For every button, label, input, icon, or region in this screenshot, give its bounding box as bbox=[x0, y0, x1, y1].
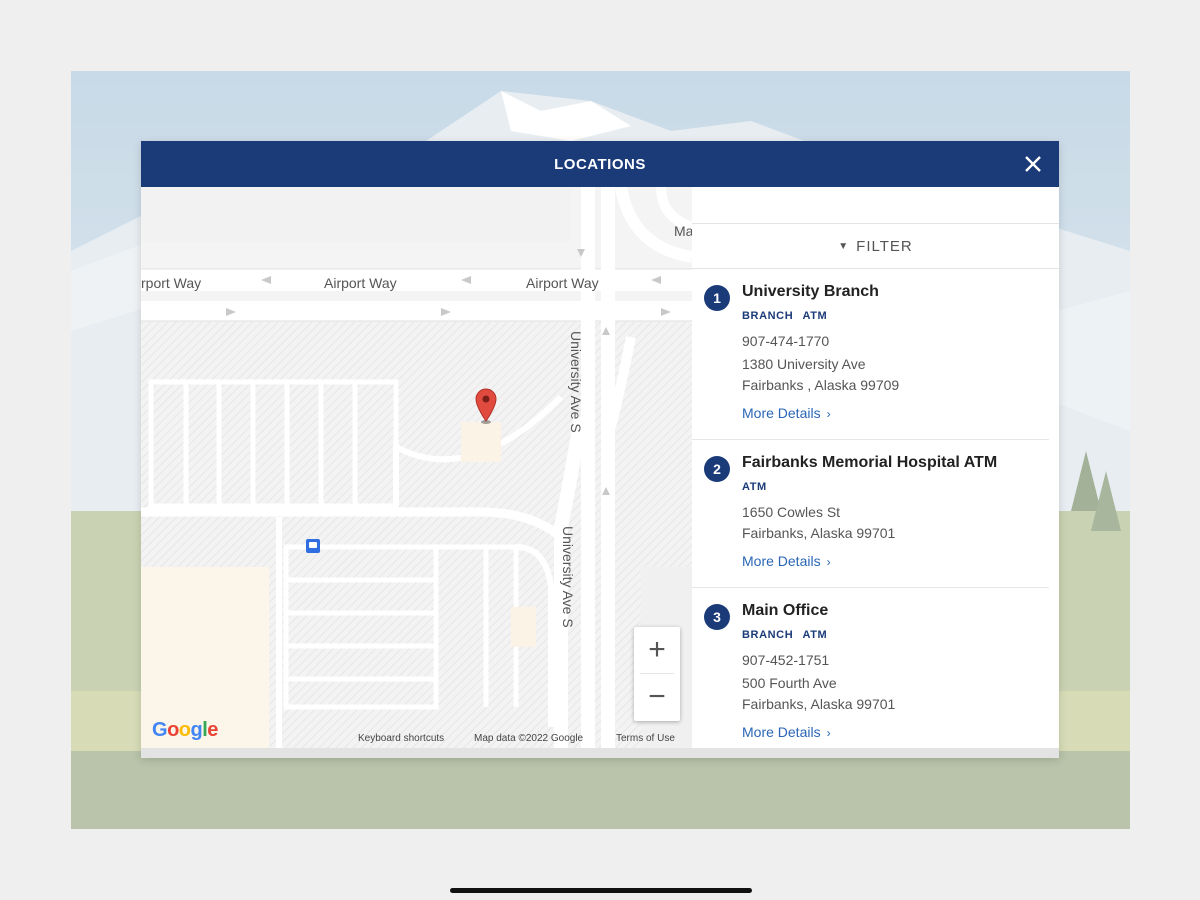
location-tag: ATM bbox=[742, 481, 767, 493]
location-phone[interactable]: 907-474-1770 bbox=[742, 331, 1049, 352]
location-address-line2: Fairbanks , Alaska 99709 bbox=[742, 377, 900, 393]
location-phone[interactable]: 907-452-1751 bbox=[742, 650, 1049, 671]
more-details-label: More Details bbox=[742, 724, 821, 740]
filter-label: FILTER bbox=[856, 237, 913, 255]
filter-button[interactable]: ▼ FILTER bbox=[692, 224, 1059, 269]
location-address-line2: Fairbanks, Alaska 99701 bbox=[742, 525, 896, 541]
chevron-down-icon: ▼ bbox=[838, 240, 850, 252]
road-label-airport-way: Airport Way bbox=[324, 275, 397, 291]
home-indicator[interactable] bbox=[450, 888, 752, 893]
locations-modal: LOCATIONS rport Way Airport Way Airport … bbox=[141, 141, 1059, 758]
location-tags: BRANCH ATM bbox=[742, 310, 1049, 322]
chevron-right-icon: › bbox=[826, 726, 831, 740]
list-item[interactable]: 2 Fairbanks Memorial Hospital ATM ATM 16… bbox=[692, 440, 1049, 588]
modal-title: LOCATIONS bbox=[554, 155, 646, 173]
location-address-line1: 1380 University Ave bbox=[742, 356, 866, 372]
list-item[interactable]: 1 University Branch BRANCH ATM 907-474-1… bbox=[692, 269, 1049, 440]
zoom-control: + − bbox=[634, 627, 680, 721]
chevron-right-icon: › bbox=[826, 555, 831, 569]
map-data-attribution: Map data ©2022 Google bbox=[474, 733, 584, 744]
location-address-line1: 1650 Cowles St bbox=[742, 504, 841, 520]
location-number-badge: 3 bbox=[704, 604, 730, 630]
road-label-partial: Ma bbox=[674, 223, 692, 239]
location-name: Fairbanks Memorial Hospital ATM bbox=[742, 454, 998, 471]
terms-of-use-link[interactable]: Terms of Use bbox=[616, 733, 675, 744]
road-label-university-ave: University Ave S bbox=[560, 526, 576, 628]
location-pin-icon[interactable] bbox=[474, 387, 498, 430]
map-view[interactable]: rport Way Airport Way Airport Way Ma Uni… bbox=[141, 187, 692, 758]
modal-bottom-edge bbox=[141, 748, 1059, 758]
location-tags: BRANCH ATM bbox=[742, 629, 1049, 641]
location-address-line2: Fairbanks, Alaska 99701 bbox=[742, 696, 896, 712]
location-name: University Branch bbox=[742, 283, 879, 300]
chevron-right-icon: › bbox=[826, 407, 831, 421]
more-details-link[interactable]: More Details › bbox=[742, 405, 1049, 439]
location-tag: ATM bbox=[802, 310, 828, 322]
road-label-airport-way: Airport Way bbox=[526, 275, 599, 291]
location-tag: ATM bbox=[802, 629, 828, 641]
locations-panel: ▼ FILTER 1 University Branch BRANCH ATM … bbox=[692, 187, 1059, 758]
list-item[interactable]: 3 Main Office BRANCH ATM 907-452-1751 50… bbox=[692, 588, 1049, 758]
more-details-link[interactable]: More Details › bbox=[742, 553, 1049, 587]
more-details-label: More Details bbox=[742, 553, 821, 569]
location-tags: ATM bbox=[742, 481, 1049, 493]
close-button[interactable] bbox=[1019, 150, 1047, 178]
close-icon bbox=[1025, 156, 1041, 172]
location-tag: BRANCH bbox=[742, 310, 794, 322]
transit-stop-icon[interactable] bbox=[306, 539, 320, 553]
google-logo[interactable]: Google bbox=[152, 719, 218, 742]
location-tag: BRANCH bbox=[742, 629, 794, 641]
zoom-out-button[interactable]: − bbox=[634, 674, 680, 720]
zoom-in-button[interactable]: + bbox=[634, 627, 680, 673]
location-number-badge: 1 bbox=[704, 285, 730, 311]
panel-search-area[interactable] bbox=[692, 187, 1059, 224]
modal-header: LOCATIONS bbox=[141, 141, 1059, 187]
more-details-label: More Details bbox=[742, 405, 821, 421]
location-number-badge: 2 bbox=[704, 456, 730, 482]
road-label-airport-way: rport Way bbox=[141, 275, 202, 291]
road-label-university-ave: University Ave S bbox=[568, 331, 584, 433]
location-address-line1: 500 Fourth Ave bbox=[742, 675, 837, 691]
keyboard-shortcuts-link[interactable]: Keyboard shortcuts bbox=[358, 733, 444, 744]
location-name: Main Office bbox=[742, 602, 829, 619]
